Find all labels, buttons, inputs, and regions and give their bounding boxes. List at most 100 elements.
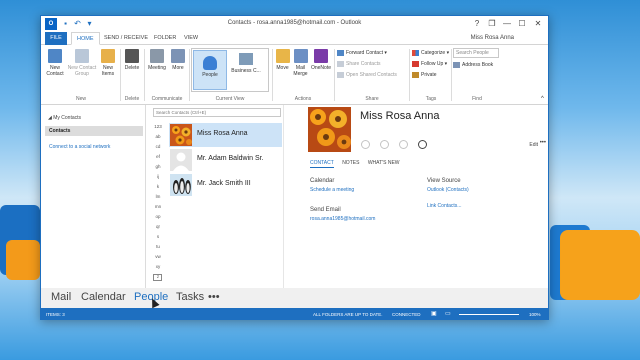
delete-button[interactable]: Delete — [122, 49, 142, 71]
search-contacts-input[interactable]: Search Contacts (Ctrl+E) — [153, 108, 281, 117]
tab-notes[interactable]: NOTES — [342, 160, 359, 166]
meeting-button[interactable]: Meeting — [146, 49, 168, 71]
tab-home[interactable]: HOME — [71, 32, 100, 45]
outlook-window: O ▪ ↶ ▾ Contacts - rosa.anna1985@hotmail… — [40, 15, 549, 320]
more-communicate-button[interactable]: More — [169, 49, 187, 71]
nav-mail[interactable]: Mail — [51, 291, 71, 303]
nav-tasks[interactable]: Tasks — [176, 291, 204, 303]
flowers-avatar — [170, 124, 192, 146]
ribbon-separator — [409, 49, 410, 101]
status-item-count: ITEMS: 3 — [46, 312, 65, 317]
delete-icon — [125, 49, 139, 63]
email-icon[interactable] — [418, 140, 427, 149]
contact-name: Mr. Jack Smith III — [197, 180, 251, 187]
zoom-slider[interactable] — [459, 314, 519, 315]
video-icon[interactable] — [399, 140, 408, 149]
maximize-button[interactable]: ☐ — [516, 18, 528, 29]
move-icon — [275, 49, 290, 63]
tab-file[interactable]: FILE — [45, 32, 67, 45]
nav-more[interactable]: ••• — [208, 291, 220, 303]
private-button[interactable]: Private — [412, 70, 437, 80]
calendar-label: Calendar — [310, 178, 335, 184]
categorize-button[interactable]: Categorize ▾ — [412, 48, 449, 58]
new-items-button[interactable]: New Items — [98, 49, 118, 77]
alpha-index-item[interactable]: lm — [151, 192, 165, 202]
alpha-index-item[interactable]: ab — [151, 132, 165, 142]
share-contacts-button[interactable]: Share Contacts — [337, 59, 380, 69]
zoom-level[interactable]: 100% — [529, 308, 541, 319]
contact-photo[interactable] — [308, 107, 351, 152]
contact-name: Mr. Adam Baldwin Sr. — [197, 155, 264, 162]
alpha-index-item[interactable]: tu — [151, 242, 165, 252]
onenote-button[interactable]: OneNote — [310, 49, 332, 71]
alpha-index-item[interactable]: xy — [151, 262, 165, 272]
schedule-meeting-link[interactable]: Schedule a meeting — [310, 187, 354, 193]
forward-contact-button[interactable]: Forward Contact ▾ — [337, 48, 387, 58]
alpha-index-item[interactable]: mn — [151, 202, 165, 212]
desktop-tile-orange-right — [560, 230, 640, 300]
email-address-link[interactable]: rosa.anna1985@hotmail.com — [310, 216, 375, 222]
connect-social-network-link[interactable]: Connect to a social network — [49, 144, 110, 150]
signed-in-user[interactable]: Miss Rosa Anna — [471, 35, 514, 41]
contact-card-tabs: CONTACT NOTES WHAT'S NEW — [310, 160, 407, 168]
group-label-delete: Delete — [124, 96, 140, 102]
nav-calendar[interactable]: Calendar — [81, 291, 126, 303]
group-label-tags: Tags — [425, 96, 437, 102]
group-label-new: New — [75, 96, 86, 102]
restore-ribbon-button[interactable]: ❐ — [486, 18, 498, 29]
view-source-label: View Source — [427, 178, 461, 184]
close-button[interactable]: ✕ — [532, 18, 544, 29]
im-icon[interactable] — [361, 140, 370, 149]
view-people-button[interactable]: People — [193, 50, 227, 90]
contact-list-item[interactable]: Miss Rosa Anna — [169, 123, 282, 147]
alpha-index-item[interactable]: s — [151, 232, 165, 242]
open-shared-contacts-button[interactable]: Open Shared Contacts — [337, 70, 397, 80]
contact-list-item[interactable]: Mr. Adam Baldwin Sr. — [169, 148, 282, 172]
help-button[interactable]: ? — [471, 18, 483, 29]
alpha-index-item[interactable]: 123 — [151, 122, 165, 132]
collapse-ribbon-icon[interactable]: ^ — [541, 94, 544, 104]
follow-up-button[interactable]: Follow Up ▾ — [412, 59, 447, 69]
minimize-button[interactable]: — — [501, 18, 513, 29]
alpha-index-item[interactable]: op — [151, 212, 165, 222]
search-people-input[interactable]: Search People — [453, 48, 499, 58]
address-book-button[interactable]: Address Book — [453, 60, 493, 70]
tab-contact[interactable]: CONTACT — [310, 160, 334, 168]
normal-view-icon[interactable]: ▣ — [431, 308, 437, 319]
link-contacts-link[interactable]: Link Contacts... — [427, 203, 461, 209]
alpha-index-item[interactable]: cd — [151, 142, 165, 152]
folder-item-contacts[interactable]: Contacts — [45, 126, 143, 136]
contact-name: Miss Rosa Anna — [197, 130, 248, 137]
alpha-index-item[interactable]: k — [151, 182, 165, 192]
contact-card-icon[interactable] — [153, 274, 162, 281]
tab-view[interactable]: VIEW — [179, 32, 203, 45]
alpha-index-item[interactable]: ij — [151, 172, 165, 182]
new-contact-button[interactable]: New Contact — [44, 49, 66, 77]
new-contact-icon — [48, 49, 62, 63]
mail-merge-button[interactable]: Mail Merge — [292, 49, 309, 77]
ribbon-separator — [451, 49, 452, 101]
move-button[interactable]: Move — [274, 49, 291, 71]
alpha-index-item[interactable]: qr — [151, 222, 165, 232]
alpha-index-item[interactable]: vw — [151, 252, 165, 262]
view-business-card-button[interactable]: Business C... — [230, 53, 262, 74]
tab-whats-new[interactable]: WHAT'S NEW — [368, 160, 400, 166]
outlook-contacts-link[interactable]: Outlook (Contacts) — [427, 187, 469, 193]
my-contacts-header[interactable]: ◢ My Contacts — [48, 115, 81, 121]
ribbon-separator — [189, 49, 190, 101]
current-view-gallery: People Business C... — [191, 48, 269, 92]
tab-folder[interactable]: FOLDER — [149, 32, 181, 45]
alpha-index-item[interactable]: gh — [151, 162, 165, 172]
more-options-button[interactable]: ••• — [540, 140, 546, 146]
group-label-share: Share — [365, 96, 379, 102]
reading-view-icon[interactable]: ▭ — [445, 308, 451, 319]
call-icon[interactable] — [380, 140, 389, 149]
alpha-index-item[interactable]: ef — [151, 152, 165, 162]
edit-contact-button[interactable]: Edit — [529, 142, 538, 148]
contact-list-item[interactable]: Mr. Jack Smith III — [169, 173, 282, 197]
penguins-avatar — [170, 174, 192, 196]
bottom-navigation-bar: Mail Calendar People Tasks ••• — [41, 288, 548, 308]
new-contact-group-button[interactable]: New Contact Group — [67, 49, 97, 77]
tab-send-receive[interactable]: SEND / RECEIVE — [99, 32, 153, 45]
group-label-actions: Actions — [294, 96, 312, 102]
